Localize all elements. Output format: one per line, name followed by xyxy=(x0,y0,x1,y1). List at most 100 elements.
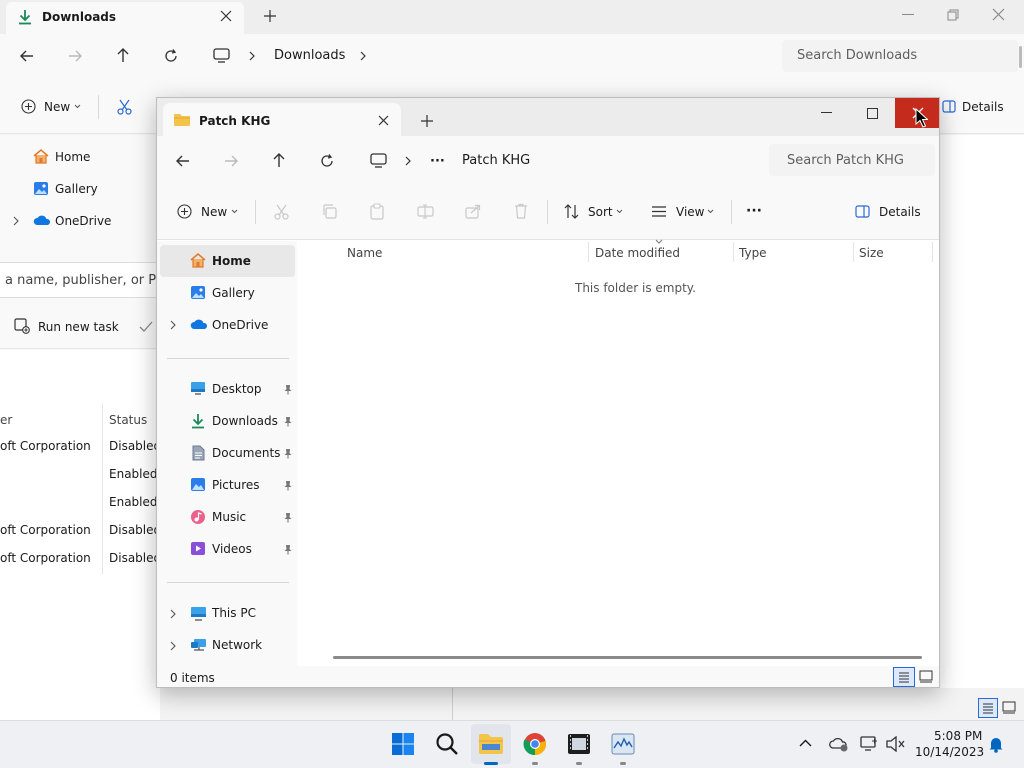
minimize-icon[interactable] xyxy=(902,14,914,16)
close-icon[interactable] xyxy=(378,115,389,126)
sidebar-item-gallery[interactable]: Gallery xyxy=(212,287,255,299)
sidebar-item-documents[interactable]: Documents xyxy=(212,447,280,459)
sidebar-item-downloads[interactable]: Downloads xyxy=(212,415,278,427)
share-icon[interactable] xyxy=(465,204,481,219)
pin-icon[interactable] xyxy=(283,544,293,555)
nav-item-home[interactable]: Home xyxy=(55,151,90,163)
column-divider[interactable] xyxy=(853,242,854,262)
column-header-name[interactable]: Name xyxy=(347,247,382,259)
up-arrow-icon[interactable] xyxy=(272,153,286,168)
network-tray-icon[interactable] xyxy=(860,736,878,752)
scrollbar[interactable] xyxy=(1019,46,1022,68)
column-header-status[interactable]: Status xyxy=(109,414,147,426)
checkmark-icon[interactable] xyxy=(139,321,153,332)
column-header-size[interactable]: Size xyxy=(859,247,884,259)
volume-muted-icon[interactable] xyxy=(886,736,906,752)
back-arrow-icon[interactable] xyxy=(20,49,34,63)
details-view-button[interactable] xyxy=(893,667,915,687)
sidebar-item-pictures[interactable]: Pictures xyxy=(212,479,260,491)
start-button[interactable] xyxy=(383,724,423,764)
column-header-date-modified[interactable]: Date modified xyxy=(595,247,680,259)
task-manager-taskbar-button[interactable] xyxy=(603,724,643,764)
chevron-right-icon[interactable] xyxy=(249,51,255,61)
column-divider[interactable] xyxy=(733,242,734,262)
pin-icon[interactable] xyxy=(283,512,293,523)
sidebar-item-desktop[interactable]: Desktop xyxy=(212,383,262,395)
breadcrumb-ellipsis[interactable]: ··· xyxy=(430,155,445,168)
downloads-details-button[interactable]: Details xyxy=(962,101,1004,113)
column-divider[interactable] xyxy=(588,242,589,262)
sidebar-item-this-pc[interactable]: This PC xyxy=(212,607,256,619)
details-pane-icon xyxy=(855,205,870,218)
chevron-down-icon xyxy=(616,209,623,214)
breadcrumb-downloads[interactable]: Downloads xyxy=(274,49,345,62)
column-header-publisher[interactable]: er xyxy=(0,414,12,426)
details-button[interactable]: Details xyxy=(879,206,921,218)
column-divider[interactable] xyxy=(932,242,933,262)
chevron-right-icon[interactable] xyxy=(170,609,176,619)
pin-icon[interactable] xyxy=(283,448,293,459)
table-row-status: Enabled xyxy=(109,495,158,509)
run-task-icon xyxy=(14,318,30,334)
nav-item-gallery[interactable]: Gallery xyxy=(55,183,98,195)
home-icon xyxy=(33,149,49,164)
chrome-taskbar-button[interactable] xyxy=(515,724,555,764)
minimize-button[interactable] xyxy=(803,98,849,128)
horizontal-scrollbar[interactable] xyxy=(333,656,922,659)
cut-icon[interactable] xyxy=(274,204,289,220)
close-icon[interactable] xyxy=(220,10,232,22)
clock-time[interactable]: 5:08 PM xyxy=(934,730,982,742)
sidebar-item-onedrive[interactable]: OneDrive xyxy=(212,319,268,331)
rename-icon[interactable] xyxy=(417,204,434,219)
sidebar-item-label: Home xyxy=(212,254,251,268)
chevron-right-icon[interactable] xyxy=(170,641,176,651)
up-arrow-icon[interactable] xyxy=(116,48,130,63)
search-button[interactable] xyxy=(427,724,467,764)
back-arrow-icon[interactable] xyxy=(176,154,190,168)
forward-arrow-icon[interactable] xyxy=(68,49,82,63)
details-view-icon[interactable] xyxy=(978,698,998,718)
more-options-button[interactable]: ··· xyxy=(746,204,762,218)
nav-item-onedrive[interactable]: OneDrive xyxy=(55,215,111,227)
maximize-button[interactable] xyxy=(849,98,895,128)
sidebar-item-music[interactable]: Music xyxy=(212,511,246,523)
large-icons-view-icon[interactable] xyxy=(1002,701,1016,714)
chevron-right-icon[interactable] xyxy=(360,51,366,61)
chevron-up-icon[interactable] xyxy=(799,739,812,747)
file-explorer-taskbar-button[interactable] xyxy=(471,724,511,764)
sort-button[interactable]: Sort xyxy=(588,206,613,218)
chevron-right-icon[interactable] xyxy=(170,320,176,330)
refresh-icon[interactable] xyxy=(320,154,334,168)
close-icon[interactable] xyxy=(992,8,1005,21)
pin-icon[interactable] xyxy=(283,480,293,491)
downloads-new-button[interactable]: New xyxy=(44,101,70,113)
delete-icon[interactable] xyxy=(514,203,528,219)
new-button[interactable]: New xyxy=(201,206,227,218)
column-header-type[interactable]: Type xyxy=(739,247,767,259)
sidebar-item-network[interactable]: Network xyxy=(212,639,262,651)
restore-icon[interactable] xyxy=(947,9,959,21)
new-tab-icon[interactable] xyxy=(421,115,433,127)
sidebar-item-videos[interactable]: Videos xyxy=(212,543,252,555)
mouse-cursor-icon xyxy=(915,108,928,128)
large-icons-view-icon[interactable] xyxy=(919,670,933,683)
chevron-right-icon[interactable] xyxy=(405,156,411,166)
pin-icon[interactable] xyxy=(283,384,293,395)
refresh-icon[interactable] xyxy=(164,49,178,63)
onedrive-tray-icon[interactable] xyxy=(829,736,849,752)
view-button[interactable]: View xyxy=(676,206,704,218)
media-app-taskbar-button[interactable] xyxy=(559,724,599,764)
new-tab-icon[interactable] xyxy=(264,10,276,22)
copy-icon[interactable] xyxy=(322,204,337,219)
notification-bell-icon[interactable] xyxy=(988,736,1004,753)
paste-icon[interactable] xyxy=(370,203,384,220)
cut-icon[interactable] xyxy=(117,99,132,115)
run-new-task-button[interactable]: Run new task xyxy=(38,321,119,333)
breadcrumb-patch-khg[interactable]: Patch KHG xyxy=(462,154,530,167)
breadcrumb[interactable] xyxy=(363,144,763,176)
pin-icon[interactable] xyxy=(283,416,293,427)
clock-date[interactable]: 10/14/2023 xyxy=(915,746,984,758)
forward-arrow-icon[interactable] xyxy=(224,154,238,168)
patch-khg-tab-title: Patch KHG xyxy=(199,114,271,128)
chevron-right-icon[interactable] xyxy=(13,216,19,226)
